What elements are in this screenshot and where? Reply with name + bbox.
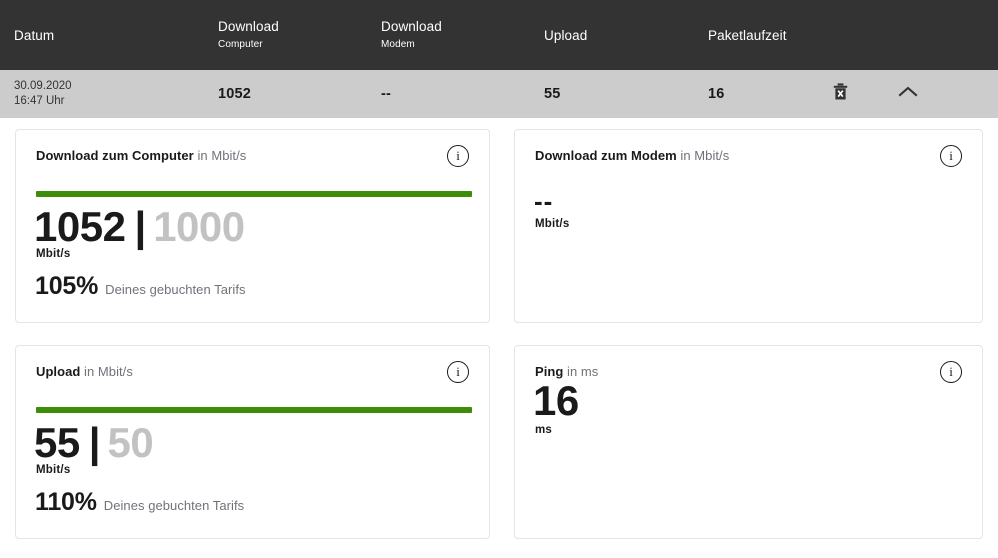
value-unit: Mbit/s — [36, 248, 71, 260]
value-separator: | — [134, 203, 147, 250]
trash-icon — [833, 83, 848, 105]
card-percent-row: 105% Deines gebuchten Tarifs — [35, 272, 246, 301]
info-icon[interactable]: i — [940, 145, 962, 167]
card-title-unit: in Mbit/s — [197, 148, 247, 163]
info-icon[interactable]: i — [940, 361, 962, 383]
measured-value: -- — [534, 186, 554, 216]
cell-download-modem: -- — [381, 70, 391, 118]
measured-value: 1052 — [34, 203, 126, 250]
card-header: Download zum Computer in Mbit/s i — [36, 145, 469, 167]
speedtest-results-table: Datum Download Computer Download Modem U… — [0, 0, 998, 118]
row-download-computer-value: 1052 — [218, 86, 252, 102]
info-icon[interactable]: i — [447, 145, 469, 167]
column-header-label: Datum — [14, 27, 55, 43]
card-title-unit: in Mbit/s — [680, 148, 730, 163]
card-header: Download zum Modem in Mbit/s i — [535, 145, 962, 167]
card-download-modem: Download zum Modem in Mbit/s i -- Mbit/s — [514, 129, 983, 323]
card-download-computer: Download zum Computer in Mbit/s i 1052 |… — [15, 129, 490, 323]
cell-paketlaufzeit: 16 — [708, 70, 725, 118]
reference-value: 50 — [107, 419, 154, 466]
info-icon[interactable]: i — [447, 361, 469, 383]
column-header-datum: Datum — [14, 0, 54, 70]
value-unit: Mbit/s — [36, 464, 71, 476]
table-header-row: Datum Download Computer Download Modem U… — [0, 0, 998, 70]
card-title: Upload in Mbit/s — [36, 363, 133, 380]
column-header-label: Upload — [544, 27, 588, 43]
card-title: Download zum Computer in Mbit/s — [36, 147, 246, 164]
card-title-main: Download zum Modem — [535, 148, 677, 163]
column-header-download-modem: Download Modem — [381, 0, 442, 70]
table-row[interactable]: 30.09.2020 16:47 Uhr 1052 -- 55 16 — [0, 70, 998, 118]
value-unit: Mbit/s — [535, 218, 570, 230]
percent-value: 105% — [35, 272, 99, 300]
card-percent-row: 110% Deines gebuchten Tarifs — [35, 488, 244, 517]
card-title-main: Download zum Computer — [36, 148, 194, 163]
card-value-row: 55 | 50 — [34, 419, 154, 466]
card-value-row: 1052 | 1000 — [34, 204, 245, 250]
measured-value: 16 — [533, 377, 579, 424]
column-header-label: Download — [218, 19, 279, 34]
percent-label: Deines gebuchten Tarifs — [103, 498, 245, 513]
progress-bar — [36, 191, 472, 197]
collapse-row-button[interactable] — [889, 70, 927, 118]
reference-value: 1000 — [153, 203, 245, 250]
progress-bar — [36, 407, 472, 413]
row-upload-value: 55 — [544, 86, 561, 102]
metric-card-grid: Download zum Computer in Mbit/s i 1052 |… — [0, 118, 998, 558]
row-time: 16:47 Uhr — [14, 95, 65, 107]
chevron-up-icon — [898, 85, 918, 103]
column-header-label: Paketlaufzeit — [708, 27, 787, 43]
column-header-label: Download — [381, 19, 442, 34]
row-date: 30.09.2020 — [14, 80, 72, 92]
value-separator: | — [88, 419, 101, 466]
column-header-paketlaufzeit: Paketlaufzeit — [708, 0, 787, 70]
cell-datum: 30.09.2020 16:47 Uhr — [14, 70, 72, 118]
card-header: Upload in Mbit/s i — [36, 361, 469, 383]
card-value-row: 16 — [533, 378, 579, 424]
card-title: Download zum Modem in Mbit/s — [535, 147, 729, 164]
card-upload: Upload in Mbit/s i 55 | 50 Mbit/s 110% D… — [15, 345, 490, 539]
cell-download-computer: 1052 — [218, 70, 251, 118]
percent-value: 110% — [35, 488, 97, 516]
column-header-sublabel: Computer — [218, 39, 263, 50]
column-header-sublabel: Modem — [381, 39, 415, 50]
delete-row-button[interactable] — [821, 70, 859, 118]
column-header-download-computer: Download Computer — [218, 0, 279, 70]
card-header: Ping in ms i — [535, 361, 962, 383]
row-download-modem-value: -- — [381, 86, 392, 102]
row-paketlaufzeit-value: 16 — [708, 86, 725, 102]
value-unit: ms — [535, 424, 553, 436]
column-header-upload: Upload — [544, 0, 587, 70]
cell-upload: 55 — [544, 70, 561, 118]
card-ping: Ping in ms i 16 ms — [514, 345, 983, 539]
measured-value: 55 — [34, 419, 80, 466]
card-title-unit: in Mbit/s — [84, 364, 133, 379]
percent-label: Deines gebuchten Tarifs — [105, 282, 246, 297]
card-title-main: Upload — [36, 364, 81, 379]
